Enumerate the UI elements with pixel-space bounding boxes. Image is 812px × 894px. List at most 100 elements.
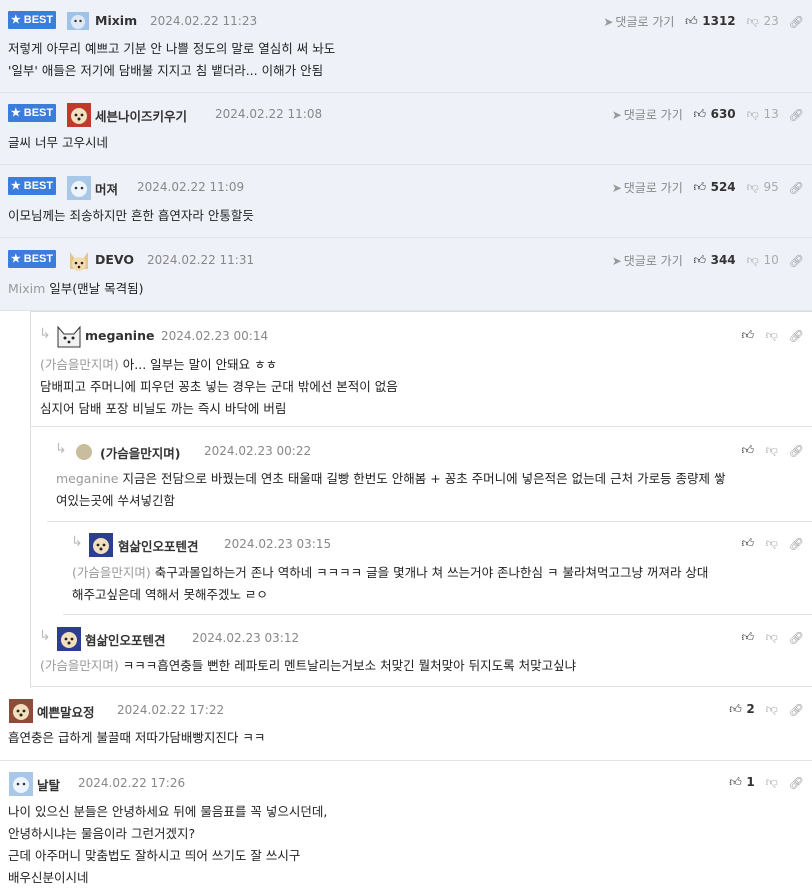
upvote-button[interactable]: 👍︎ 344	[693, 253, 735, 268]
comment-nickname[interactable]: 머져	[95, 179, 118, 198]
upvote-button[interactable]: 👍︎ 1	[729, 775, 754, 790]
upvote-button[interactable]: 👍︎ 524	[693, 180, 735, 195]
comment-body: (가슴을만지며) 축구과몰입하는거 존나 역하네 ㅋㅋㅋㅋ 글을 몇개나 쳐 쓰…	[72, 562, 802, 606]
thumbs-up-icon: 👍︎	[741, 536, 755, 550]
mention[interactable]: (가슴을만지며)	[40, 658, 119, 673]
avatar[interactable]	[8, 699, 33, 723]
downvote-button[interactable]: 👎︎	[765, 630, 779, 645]
best-comment: ★ BEST 세븐나이즈키우기 2024.02.22 11:08 ➤ 댓글로 가기…	[0, 93, 812, 165]
reply-arrow-icon: ↳	[55, 441, 67, 457]
go-to-reply-link[interactable]: ➤ 댓글로 가기	[612, 252, 683, 269]
comment-date: 2024.02.22 11:08	[215, 107, 323, 121]
comment-line: ㅋㅋㅋ흡연충들 뻔한 레파토리 멘트날리는거보소 처맞긴 뭘처맞아 뒤지도록 처…	[122, 658, 577, 673]
best-comment: ★ BEST Mixim 2024.02.22 11:23 ➤ 댓글로 가기 👍︎…	[0, 0, 812, 93]
link-icon[interactable]: 🔗︎	[789, 181, 804, 195]
avatar[interactable]	[56, 627, 81, 651]
mention[interactable]: meganine	[56, 471, 118, 486]
upvote-button[interactable]: 👍︎ 1312	[684, 14, 736, 29]
go-to-reply-link[interactable]: ➤ 댓글로 가기	[612, 106, 683, 123]
link-icon[interactable]: 🔗︎	[789, 537, 804, 551]
downvote-button[interactable]: 👎︎	[765, 443, 779, 458]
link-icon[interactable]: 🔗︎	[789, 703, 804, 717]
best-badge: ★ BEST	[8, 104, 56, 122]
comment-nickname[interactable]: (가슴을만지며)	[100, 443, 180, 462]
upvote-button[interactable]: 👍︎	[741, 630, 755, 645]
mention[interactable]: (가슴을만지며)	[40, 357, 119, 372]
go-to-reply-link[interactable]: ➤ 댓글로 가기	[612, 179, 683, 196]
downvote-button[interactable]: 👎︎	[765, 702, 779, 717]
comment-nickname[interactable]: meganine	[85, 328, 154, 343]
comment-date: 2024.02.22 17:22	[117, 703, 225, 717]
avatar[interactable]	[66, 103, 91, 127]
comment-date: 2024.02.22 17:26	[78, 776, 186, 790]
link-icon[interactable]: 🔗︎	[789, 15, 804, 29]
comment-line: 여있는곳에 쑤셔넣긴함	[56, 493, 175, 508]
upvote-button[interactable]: 👍︎	[741, 536, 755, 551]
thumbs-up-icon: 👍︎	[741, 328, 755, 342]
thumbs-down-icon: 👎︎	[746, 107, 759, 121]
downvote-button[interactable]: 👎︎ 95	[746, 180, 779, 195]
best-comment: ★ BEST 머져 2024.02.22 11:09 ➤ 댓글로 가기 👍︎ 52…	[0, 165, 812, 238]
reply-comment: ↳ 혐삶인오포텐견 2024.02.23 03:12 👍︎ 👎︎ 🔗︎ (가슴을…	[31, 615, 812, 687]
downvote-button[interactable]: 👎︎ 23	[746, 14, 779, 29]
downvote-button[interactable]: 👎︎	[765, 775, 779, 790]
thumbs-down-icon: 👎︎	[765, 443, 778, 457]
send-icon: ➤	[611, 254, 622, 268]
upvote-button[interactable]: 👍︎ 630	[693, 107, 735, 122]
link-icon[interactable]: 🔗︎	[789, 444, 804, 458]
thumbs-down-icon: 👎︎	[765, 775, 778, 789]
downvote-button[interactable]: 👎︎	[765, 536, 779, 551]
avatar[interactable]	[88, 533, 113, 557]
comment-line: 저렇게 아무리 예쁘고 기분 안 나쁠 정도의 말로 열심히 써 놔도	[8, 41, 336, 56]
comment-body: (가슴을만지며) ㅋㅋㅋ흡연충들 뻔한 레파토리 멘트날리는거보소 처맞긴 뭘처…	[40, 655, 802, 677]
comment-nickname[interactable]: 세븐나이즈키우기	[95, 106, 187, 125]
comment-nickname[interactable]: 혐삶인오포텐견	[118, 536, 199, 555]
comment-date: 2024.02.22 11:23	[150, 14, 258, 28]
comment-nickname[interactable]: Mixim	[95, 13, 137, 28]
comment-nickname[interactable]: 날탈	[37, 775, 60, 794]
best-badge: ★ BEST	[8, 11, 56, 29]
link-icon[interactable]: 🔗︎	[789, 776, 804, 790]
link-icon[interactable]: 🔗︎	[789, 108, 804, 122]
thumbs-up-icon: 👍︎	[729, 775, 742, 789]
best-badge: ★ BEST	[8, 177, 56, 195]
downvote-button[interactable]: 👎︎ 10	[746, 253, 779, 268]
thumbs-up-icon: 👍︎	[693, 180, 707, 194]
downvote-button[interactable]: 👎︎ 13	[746, 107, 779, 122]
comment-body: meganine 지금은 전담으로 바꿨는데 연초 태울때 길빵 한번도 안해봄…	[56, 468, 802, 512]
avatar[interactable]	[75, 440, 99, 462]
avatar[interactable]	[66, 249, 90, 271]
comment-line: 축구과몰입하는거 존나 역하네 ㅋㅋㅋㅋ 글을 몇개나 쳐 쓰는거야 존나한심 …	[154, 565, 709, 580]
comment-line: 담배피고 주머니에 피우던 꽁초 넣는 경우는 군대 밖에선 본적이 없음	[40, 379, 398, 394]
link-icon[interactable]: 🔗︎	[789, 329, 804, 343]
thumbs-up-icon: 👍︎	[741, 443, 755, 457]
thumbs-down-icon: 👎︎	[765, 702, 778, 716]
comment-line: 심지어 담배 포장 비닐도 까는 즉시 바닥에 버림	[40, 401, 287, 416]
comment: 날탈 2024.02.22 17:26 👍︎ 1 👎︎ 🔗︎ 나이 있으신 분들…	[0, 761, 812, 894]
mention[interactable]: (가슴을만지며)	[72, 565, 151, 580]
avatar[interactable]	[66, 10, 90, 32]
thumbs-up-icon: 👍︎	[693, 253, 707, 267]
go-to-reply-link[interactable]: ➤ 댓글로 가기	[603, 13, 674, 30]
comment-nickname[interactable]: DEVO	[95, 252, 134, 267]
upvote-button[interactable]: 👍︎	[741, 328, 755, 343]
mention[interactable]: Mixim	[8, 281, 45, 296]
link-icon[interactable]: 🔗︎	[789, 254, 804, 268]
reply-arrow-icon: ↳	[71, 534, 83, 550]
comment: 예쁜말요정 2024.02.22 17:22 👍︎ 2 👎︎ 🔗︎ 흡연충은 급…	[0, 688, 812, 761]
comment-nickname[interactable]: 예쁜말요정	[37, 702, 95, 721]
thumbs-down-icon: 👎︎	[746, 253, 759, 267]
comment-nickname[interactable]: 혐삶인오포텐견	[85, 630, 166, 649]
avatar[interactable]	[66, 176, 91, 200]
upvote-button[interactable]: 👍︎	[741, 443, 755, 458]
upvote-button[interactable]: 👍︎ 2	[729, 702, 754, 717]
avatar[interactable]	[56, 325, 81, 348]
comment-date: 2024.02.23 03:15	[224, 537, 332, 551]
comment-body: 나이 있으신 분들은 안녕하세요 뒤에 물음표를 꼭 넣으시던데, 안녕하시냐는…	[8, 801, 802, 889]
comment-date: 2024.02.23 00:14	[161, 329, 269, 343]
avatar[interactable]	[8, 772, 33, 796]
thumbs-up-icon: 👍︎	[685, 14, 698, 28]
send-icon: ➤	[603, 15, 614, 29]
downvote-button[interactable]: 👎︎	[765, 328, 779, 343]
link-icon[interactable]: 🔗︎	[789, 631, 804, 645]
